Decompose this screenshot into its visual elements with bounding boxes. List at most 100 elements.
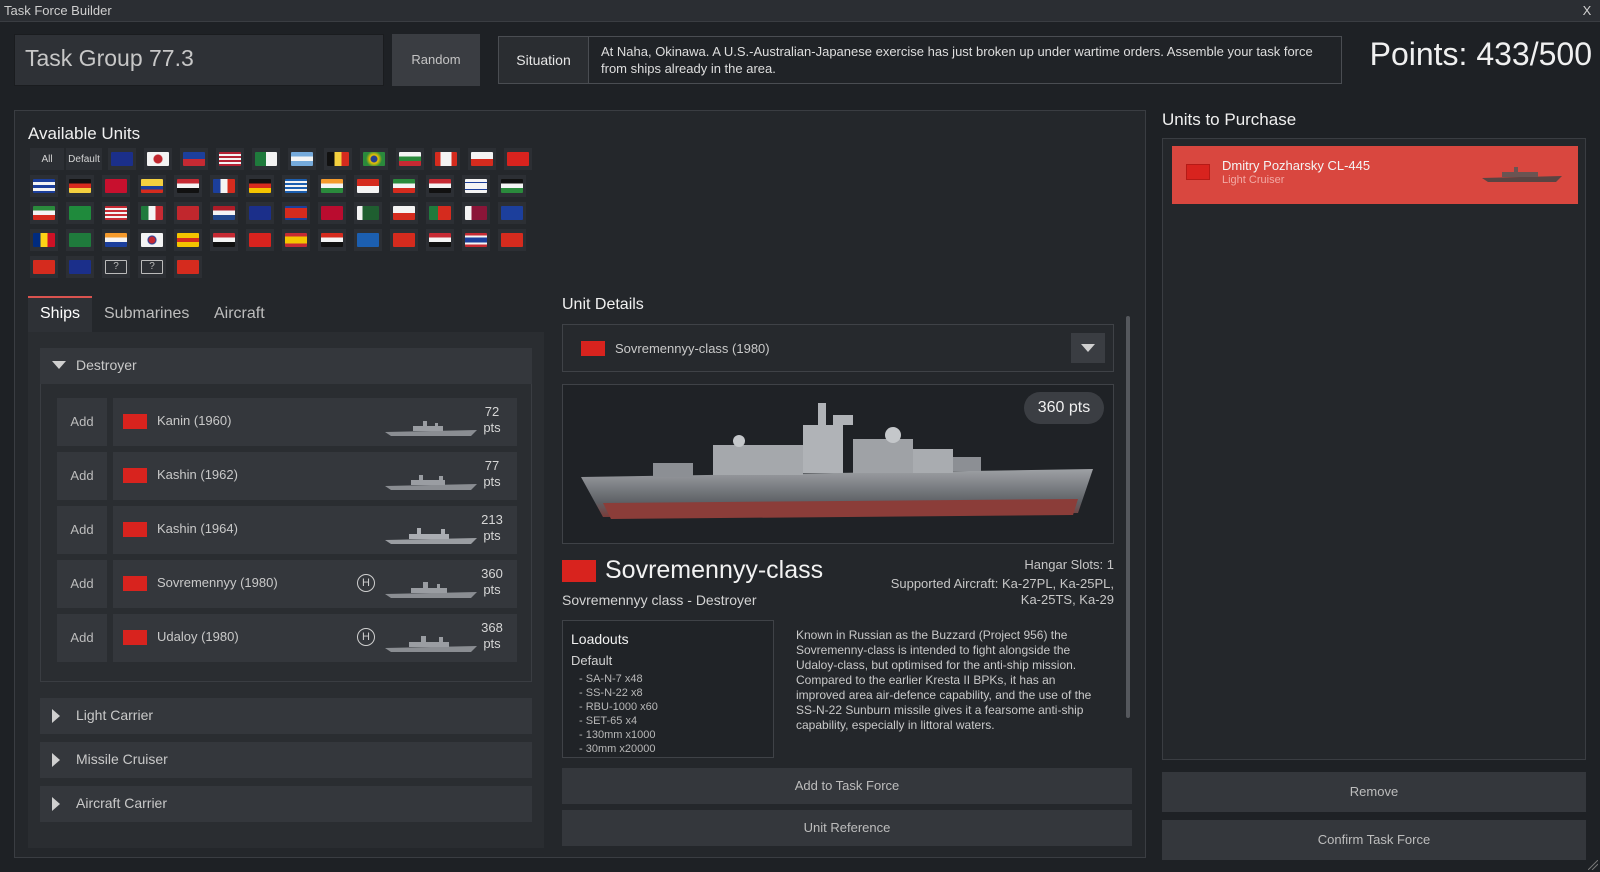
flag-tunisia-icon[interactable] (498, 229, 526, 251)
flag-romania-icon[interactable] (30, 229, 58, 251)
flag-ecuador-icon[interactable] (138, 175, 166, 197)
purchase-list-item[interactable]: Dmitry Pozharsky CL-445 Light Cruiser (1172, 146, 1578, 204)
flag-sweden-icon[interactable] (354, 229, 382, 251)
flag-poland-icon[interactable] (390, 202, 418, 224)
filter-all-button[interactable]: All (30, 148, 64, 170)
category-aircraft-carrier[interactable]: Aircraft Carrier (40, 786, 532, 822)
flag-thailand-icon[interactable] (462, 229, 490, 251)
flag-malaysia-icon[interactable] (102, 202, 130, 224)
flag-south-yemen-icon[interactable] (318, 229, 346, 251)
flag-algeria-icon[interactable] (252, 148, 280, 170)
flag-morocco-icon[interactable] (174, 202, 202, 224)
loadout-item: - SET-65 x4 (579, 715, 638, 727)
flag-china-icon[interactable] (504, 148, 532, 170)
add-button[interactable]: Add (57, 614, 107, 662)
unit-reference-button[interactable]: Unit Reference (562, 810, 1132, 846)
flag-kuwait-icon[interactable] (30, 202, 58, 224)
flag-germany-icon[interactable] (246, 175, 274, 197)
loadout-default[interactable]: Default (571, 653, 612, 668)
add-button[interactable]: Add (57, 506, 107, 554)
unknown-nation-icon[interactable]: ? (102, 256, 130, 278)
task-group-name-input[interactable]: Task Group 77.3 (14, 34, 384, 86)
flag-taiwan-icon[interactable] (498, 202, 526, 224)
unknown-nation-icon[interactable]: ? (138, 256, 166, 278)
flag-france-icon[interactable] (210, 175, 238, 197)
flag-argentina-icon[interactable] (288, 148, 316, 170)
flag-libya-icon[interactable] (66, 202, 94, 224)
flag-switzerland-icon[interactable] (390, 229, 418, 251)
unit-entry[interactable]: Kashin (1962) 77 pts (113, 452, 517, 500)
tab-aircraft[interactable]: Aircraft (202, 296, 277, 332)
flag-saudi-arabia-icon[interactable] (66, 229, 94, 251)
unit-name: Sovremennyy (1980) (157, 575, 278, 590)
flag-south-vietnam-icon[interactable] (174, 229, 202, 251)
flag-ussr-icon (123, 414, 147, 429)
remove-button[interactable]: Remove (1162, 772, 1586, 812)
chevron-right-icon (52, 797, 60, 811)
unit-name: Kashin (1964) (157, 521, 238, 536)
flag-canada-icon[interactable] (432, 148, 460, 170)
flag-north-korea-icon[interactable] (282, 202, 310, 224)
flag-brazil-icon[interactable] (360, 148, 388, 170)
flag-jordan-icon[interactable] (498, 175, 526, 197)
dropdown-button[interactable] (1071, 333, 1105, 363)
flag-israel-icon[interactable] (462, 175, 490, 197)
flag-south-korea-icon[interactable] (138, 229, 166, 251)
tab-ships[interactable]: Ships (28, 296, 92, 332)
flag-new-zealand-icon[interactable] (246, 202, 274, 224)
unit-entry[interactable]: Udaloy (1980) H 368 pts (113, 614, 517, 662)
loadouts-panel[interactable]: Loadouts Default - SA-N-7 x48 - SS-N-22 … (562, 620, 774, 758)
loadout-item: - SS-N-22 x8 (579, 687, 643, 699)
category-light-carrier[interactable]: Light Carrier (40, 698, 532, 734)
flag-indonesia-icon[interactable] (354, 175, 382, 197)
flag-china-alt-icon[interactable] (246, 229, 274, 251)
flag-usa-icon[interactable] (216, 148, 244, 170)
flag-ussr-icon (123, 576, 147, 591)
flag-netherlands-icon[interactable] (210, 202, 238, 224)
flag-portugal-icon[interactable] (426, 202, 454, 224)
add-button[interactable]: Add (57, 452, 107, 500)
flag-norway-icon[interactable] (318, 202, 346, 224)
tab-submarines[interactable]: Submarines (92, 296, 201, 332)
random-button[interactable]: Random (392, 34, 480, 86)
flag-sudan-icon[interactable] (210, 229, 238, 251)
flag-south-africa-icon[interactable] (102, 229, 130, 251)
flag-cuba-icon[interactable] (30, 175, 58, 197)
unit-variant-select[interactable]: Sovremennyy-class (1980) (562, 324, 1114, 372)
flag-denmark-icon[interactable] (102, 175, 130, 197)
flag-pakistan-icon[interactable] (354, 202, 382, 224)
flag-mexico-icon[interactable] (138, 202, 166, 224)
flag-qatar-icon[interactable] (462, 202, 490, 224)
confirm-task-force-button[interactable]: Confirm Task Force (1162, 820, 1586, 860)
category-destroyer[interactable]: Destroyer (40, 348, 532, 384)
unit-entry[interactable]: Kanin (1960) 72 pts (113, 398, 517, 446)
details-scrollbar[interactable] (1126, 316, 1130, 718)
flag-bulgaria-icon[interactable] (396, 148, 424, 170)
close-button[interactable]: X (1578, 2, 1596, 20)
flag-syria-icon[interactable] (426, 229, 454, 251)
flag-australia-icon[interactable] (108, 148, 136, 170)
flag-iran-icon[interactable] (390, 175, 418, 197)
flag-greece-icon[interactable] (282, 175, 310, 197)
flag-india-icon[interactable] (318, 175, 346, 197)
flag-turkey-icon[interactable] (30, 256, 58, 278)
flag-spain-icon[interactable] (282, 229, 310, 251)
flag-vietnam-icon[interactable] (174, 256, 202, 278)
filter-default-button[interactable]: Default (66, 148, 102, 170)
flag-belgium-icon[interactable] (324, 148, 352, 170)
flag-egypt-icon[interactable] (174, 175, 202, 197)
add-button[interactable]: Add (57, 560, 107, 608)
flag-chile-icon[interactable] (468, 148, 496, 170)
add-to-task-force-button[interactable]: Add to Task Force (562, 768, 1132, 804)
unit-entry[interactable]: Kashin (1964) 213 pts (113, 506, 517, 554)
flag-japan-icon[interactable] (144, 148, 172, 170)
add-button[interactable]: Add (57, 398, 107, 446)
resize-grip-icon[interactable] (1588, 860, 1598, 870)
flag-philippines-icon[interactable] (180, 148, 208, 170)
flag-east-germany-icon[interactable] (66, 175, 94, 197)
unit-entry[interactable]: Sovremennyy (1980) H 360 pts (113, 560, 517, 608)
flag-uk-icon[interactable] (66, 256, 94, 278)
flag-iraq-icon[interactable] (426, 175, 454, 197)
situation-tab[interactable]: Situation (499, 37, 589, 83)
category-missile-cruiser[interactable]: Missile Cruiser (40, 742, 532, 778)
